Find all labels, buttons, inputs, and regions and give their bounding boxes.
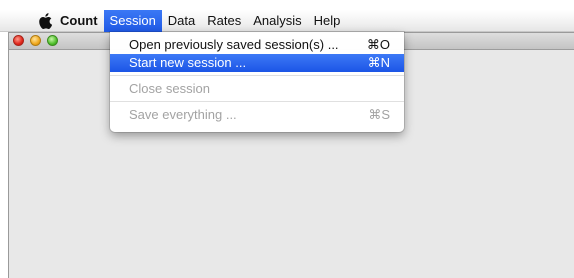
menu-separator	[110, 75, 404, 76]
menu-item-save-everything: Save everything ... ⌘S	[110, 106, 404, 124]
zoom-window-button[interactable]	[47, 35, 58, 46]
menu-separator	[110, 101, 404, 102]
menu-rates[interactable]: Rates	[201, 10, 247, 32]
close-window-button[interactable]	[13, 35, 24, 46]
menu-help[interactable]: Help	[308, 10, 347, 32]
menu-item-label: Start new session ...	[129, 55, 247, 70]
menu-bar: Count Session Data Rates Analysis Help	[0, 9, 574, 32]
menu-item-start-new-session[interactable]: Start new session ... ⌘N	[110, 54, 404, 72]
menu-item-shortcut: ⌘O	[366, 37, 390, 52]
menu-item-label: Open previously saved session(s) ...	[129, 37, 339, 52]
menu-app-name[interactable]: Count	[54, 10, 104, 32]
menu-item-open-saved-sessions[interactable]: Open previously saved session(s) ... ⌘O	[110, 36, 404, 54]
minimize-window-button[interactable]	[30, 35, 41, 46]
menu-item-close-session: Close session	[110, 80, 404, 98]
menu-analysis[interactable]: Analysis	[247, 10, 307, 32]
menu-data[interactable]: Data	[162, 10, 201, 32]
apple-icon[interactable]	[38, 13, 52, 29]
screen: Count Session Data Rates Analysis Help O…	[0, 0, 574, 278]
menu-item-shortcut: ⌘S	[368, 107, 390, 122]
menu-item-label: Save everything ...	[129, 107, 237, 122]
menu-item-shortcut: ⌘N	[367, 55, 390, 70]
session-dropdown-menu: Open previously saved session(s) ... ⌘O …	[110, 32, 404, 132]
menu-session[interactable]: Session	[103, 9, 162, 32]
menu-item-label: Close session	[129, 81, 210, 96]
